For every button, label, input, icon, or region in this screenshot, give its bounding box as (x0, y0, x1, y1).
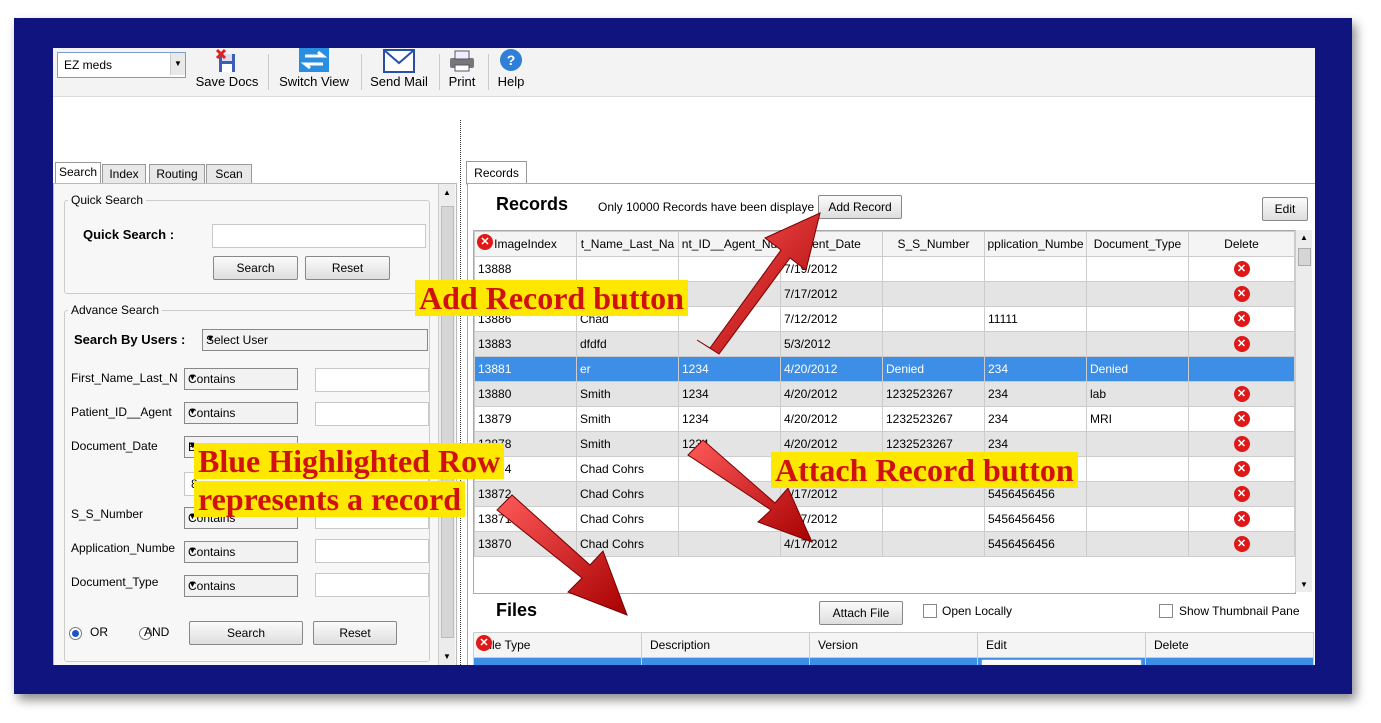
add-record-annotation: Add Record button (415, 280, 688, 316)
blue-row-annotation-line1: Blue Highlighted Row (194, 443, 505, 479)
attach-record-annotation: Attach Record button (771, 452, 1078, 488)
annotation-arrows (496, 212, 821, 616)
arrow-to-add-record (696, 212, 821, 355)
blue-row-annotation-line2: represents a record (194, 481, 466, 517)
arrow-to-highlighted-row (496, 494, 628, 616)
